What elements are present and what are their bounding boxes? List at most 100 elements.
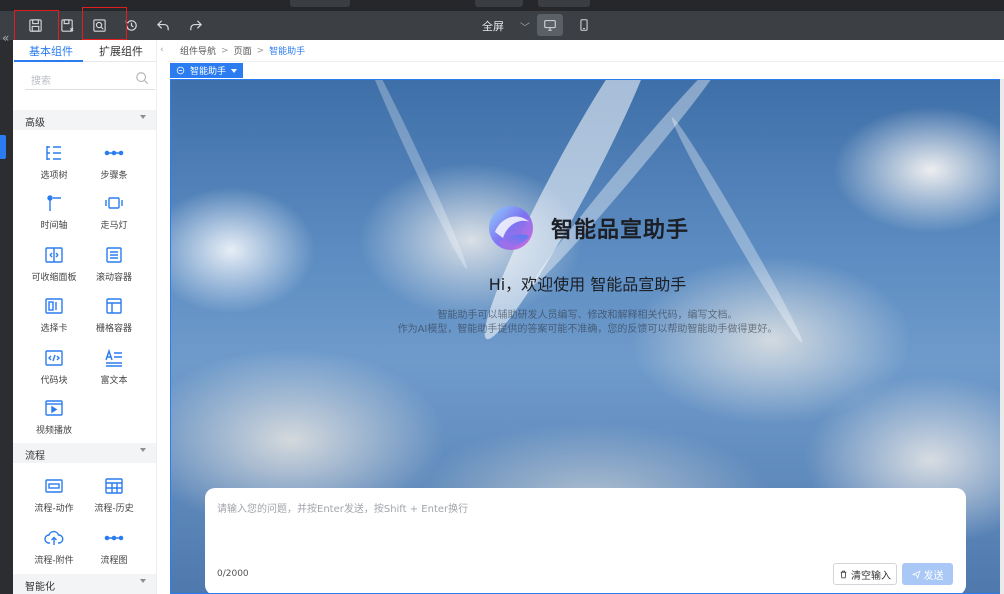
tab-basic-components[interactable]: 基本组件 [29, 43, 73, 59]
assistant-component[interactable]: 智能品宣助手 Hi，欢迎使用 智能品宣助手 智能助手可以辅助研发人员编写、修改和… [170, 79, 1003, 594]
component-label: 可收缩面板 [31, 273, 77, 283]
fullscreen-label: 全屏 [482, 20, 504, 33]
component-tab-card[interactable]: 选择卡 [24, 296, 84, 334]
assistant-logo-icon [489, 206, 533, 250]
search-placeholder: 搜索 [31, 76, 51, 87]
left-rail: « [0, 31, 13, 594]
section-header-process[interactable]: 流程 [13, 443, 156, 463]
caret-down-icon [140, 579, 146, 583]
panel-divider[interactable]: ‹ [156, 40, 169, 594]
flowchart-icon [104, 535, 124, 541]
component-timeline[interactable]: 时间轴 [24, 193, 84, 231]
breadcrumb-separator: > [221, 45, 229, 56]
component-steps[interactable]: 步骤条 [84, 143, 144, 181]
tab-card-icon [45, 298, 63, 314]
selected-component-tag[interactable]: 智能助手 [170, 63, 244, 78]
char-counter: 0/2000 [217, 569, 249, 579]
desktop-view-button[interactable] [537, 14, 563, 36]
clear-input-label: 清空输入 [851, 570, 891, 582]
welcome-text: Hi，欢迎使用 智能品宣助手 [488, 275, 687, 294]
section-label: 流程 [25, 451, 45, 462]
section-header-advanced[interactable]: 高级 [13, 110, 156, 130]
mobile-view-button[interactable] [571, 14, 597, 36]
collapse-panel-icon[interactable]: ‹ [160, 45, 164, 55]
collapse-icon[interactable]: « [2, 31, 9, 45]
component-scroll-container[interactable]: 滚动容器 [84, 245, 144, 283]
redo-icon [189, 19, 202, 30]
trash-icon [840, 570, 847, 578]
window-top-strip [0, 0, 1004, 11]
process-history-icon [105, 478, 123, 494]
highlight-box [14, 10, 59, 41]
selected-component-name: 智能助手 [190, 67, 227, 77]
assistant-description: 智能助手可以辅助研发人员编写、修改和解释相关代码，编写文档。 [437, 310, 738, 321]
chevron-down-icon: ﹀ [520, 22, 530, 34]
assistant-disclaimer: 作为AI模型，智能助手提供的答案可能不准确，您的反馈可以帮助智能助手做得更好。 [397, 324, 778, 335]
section-header-intelligent[interactable]: 智能化 [13, 574, 156, 594]
carousel-icon [105, 197, 123, 209]
component-label: 走马灯 [100, 221, 128, 231]
section-label: 高级 [25, 118, 45, 129]
undo-button[interactable] [151, 14, 175, 36]
component-code-block[interactable]: 代码块 [24, 348, 84, 386]
component-grid-container[interactable]: 栅格容器 [84, 296, 144, 334]
active-rail-marker [0, 135, 6, 159]
component-search[interactable]: 搜索 [25, 68, 155, 90]
component-carousel[interactable]: 走马灯 [84, 193, 144, 231]
caret-down-icon [140, 115, 146, 119]
assistant-chat-icon [176, 66, 185, 75]
clear-input-button[interactable]: 清空输入 [833, 563, 897, 585]
breadcrumb: 组件导航 > 页面 > 智能助手 [169, 40, 1004, 62]
component-label: 代码块 [40, 376, 68, 386]
highlight-box [82, 7, 127, 40]
component-panel: 基本组件 扩展组件 搜索 高级 选项树 步骤条 时间轴 走马灯 可收缩面板 滚动… [13, 40, 156, 594]
component-label: 选项树 [40, 171, 68, 181]
breadcrumb-current: 智能助手 [269, 47, 306, 57]
component-process-action[interactable]: 流程-动作 [24, 476, 84, 514]
send-button[interactable]: 发送 [902, 563, 953, 585]
undo-icon [156, 19, 169, 30]
send-label: 发送 [923, 570, 944, 582]
component-label: 时间轴 [40, 221, 68, 231]
component-video-player[interactable]: 视频播放 [24, 398, 84, 436]
fullscreen-select[interactable]: 全屏 ﹀ [482, 18, 530, 34]
tab-extended-components[interactable]: 扩展组件 [99, 43, 143, 59]
breadcrumb-item[interactable]: 页面 [234, 44, 252, 57]
chat-input[interactable]: 请输入您的问题，并按Enter发送，按Shift + Enter换行 0/200… [205, 488, 966, 593]
cloud-upload-icon [44, 530, 64, 545]
grid-container-icon [106, 298, 122, 314]
steps-icon [104, 150, 124, 156]
component-label: 流程-历史 [94, 504, 134, 514]
editor-toolbar: 全屏 ﹀ [0, 11, 1004, 40]
caret-down-icon [231, 68, 238, 73]
collapse-panel-icon [45, 247, 63, 263]
video-icon [45, 400, 63, 416]
assistant-brand: 智能品宣助手 [485, 202, 689, 254]
decorative-streak [360, 80, 472, 271]
tree-icon [46, 146, 61, 160]
component-label: 流程图 [100, 556, 128, 566]
panel-tabs: 基本组件 扩展组件 [13, 40, 156, 62]
component-label: 步骤条 [100, 171, 128, 181]
code-block-icon [45, 350, 63, 366]
redo-button[interactable] [183, 14, 207, 36]
section-label: 智能化 [25, 582, 55, 593]
rich-text-icon [105, 348, 122, 367]
canvas-scrollbar[interactable] [1000, 79, 1004, 594]
component-option-tree[interactable]: 选项树 [24, 143, 84, 181]
send-icon [911, 569, 921, 579]
search-icon [136, 72, 149, 85]
component-flowchart[interactable]: 流程图 [84, 528, 144, 566]
active-tab-indicator [14, 60, 83, 62]
component-label: 滚动容器 [95, 273, 132, 283]
process-action-icon [45, 479, 63, 493]
component-collapse-panel[interactable]: 可收缩面板 [24, 245, 84, 283]
component-label: 选择卡 [40, 324, 68, 334]
component-process-attachment[interactable]: 流程-附件 [24, 528, 84, 566]
breadcrumb-item[interactable]: 组件导航 [180, 44, 216, 57]
component-label: 视频播放 [35, 426, 72, 436]
breadcrumb-separator: > [256, 45, 265, 56]
component-rich-text[interactable]: 富文本 [84, 348, 144, 386]
timeline-icon [47, 195, 61, 211]
component-process-history[interactable]: 流程-历史 [84, 476, 144, 514]
